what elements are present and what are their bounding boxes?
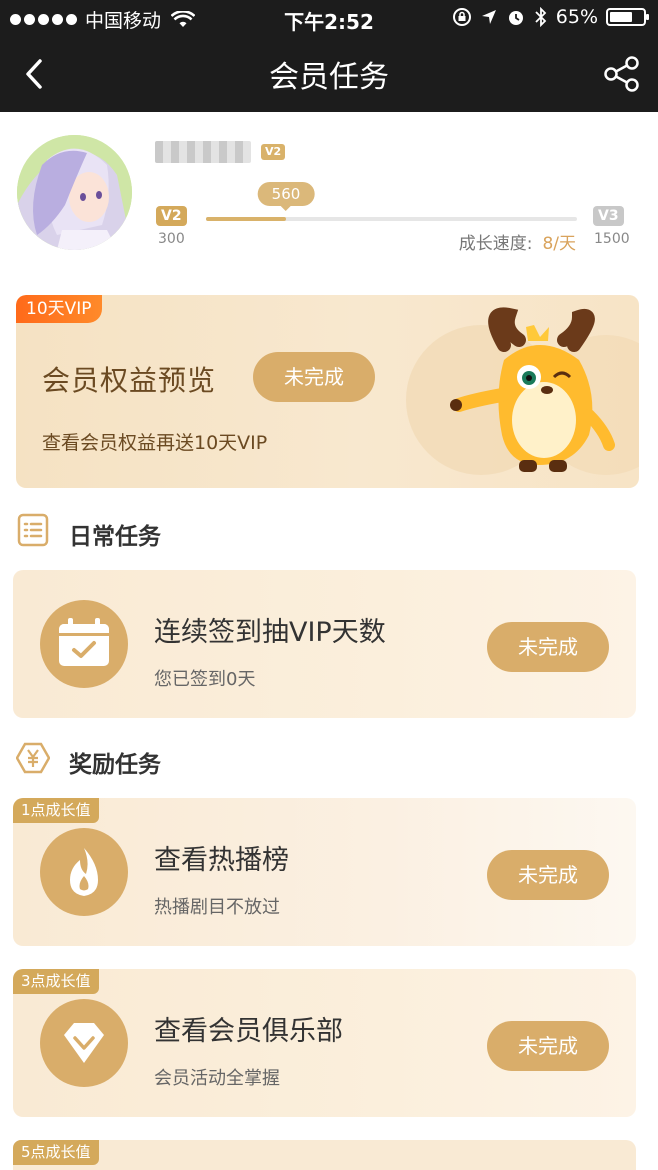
page-title: 会员任务 [269,60,389,95]
diamond-icon-circle [40,999,128,1087]
reward-task-card-club[interactable]: 3点成长值 查看会员俱乐部 会员活动全掌握 未完成 [13,969,636,1117]
task-status-button[interactable]: 未完成 [487,622,609,672]
avatar-illustration [17,135,132,250]
rotation-lock-icon [452,8,471,26]
reward-section-title: 奖励任务 [69,752,161,778]
yen-hexagon-icon [16,742,50,774]
battery-icon [606,8,649,26]
vip-preview-banner[interactable]: 10天VIP 会员权益预览 未完成 查看会员权益再送10天VIP [16,295,639,488]
points-bubble: 560 [257,182,315,211]
task-subtitle: 会员活动全掌握 [154,1068,280,1089]
banner-subtitle: 查看会员权益再送10天VIP [42,432,268,454]
growth-points-tag: 3点成长值 [13,969,99,994]
flame-icon [70,848,98,896]
share-icon[interactable] [602,54,642,94]
battery-percent: 65% [555,6,598,28]
task-subtitle: 您已签到0天 [154,669,256,690]
growth-points-tag: 5点成长值 [13,1140,99,1165]
task-title: 查看会员俱乐部 [154,1016,343,1047]
daily-section-title: 日常任务 [69,524,161,550]
banner-status-button[interactable]: 未完成 [253,352,375,402]
task-title: 连续签到抽VIP天数 [154,617,386,648]
task-title: 查看热播榜 [154,845,289,876]
current-level-min: 300 [158,231,185,247]
task-status-button[interactable]: 未完成 [487,850,609,900]
task-list-icon [17,513,49,547]
banner-title: 会员权益预览 [42,364,217,397]
reward-task-card-partial[interactable] [13,1140,636,1170]
username-blurred [155,141,251,163]
calendar-icon [59,618,109,666]
task-status-button[interactable]: 未完成 [487,1021,609,1071]
growth-speed-value: 8/天 [542,234,576,254]
top-bar: 中国移动 下午2:52 65% 会员任务 [0,0,658,112]
task-subtitle: 热播剧目不放过 [154,897,280,918]
growth-progress-track [206,217,577,221]
alarm-icon [508,11,523,25]
daily-checkin-card[interactable]: 连续签到抽VIP天数 您已签到0天 未完成 [13,570,636,718]
next-level-min: 1500 [594,231,630,247]
growth-progress-fill [206,217,286,221]
growth-points-tag: 1点成长值 [13,798,99,823]
location-icon [481,10,496,24]
avatar[interactable] [17,135,132,250]
reward-task-card-hotlist[interactable]: 1点成长值 查看热播榜 热播剧目不放过 未完成 [13,798,636,946]
flame-icon-circle [40,828,128,916]
current-level-badge: V2 [156,206,187,226]
status-bar: 中国移动 下午2:52 65% [0,0,658,36]
growth-speed-label: 成长速度: [458,234,533,254]
level-tag: V2 [261,144,286,160]
bluetooth-icon [535,7,547,27]
diamond-icon [64,1023,104,1063]
deer-mascot-icon [450,307,615,472]
calendar-icon-circle [40,600,128,688]
status-right: 65% [452,6,649,28]
next-level-badge: V3 [593,206,624,226]
growth-speed: 成长速度: 8/天 [459,229,576,254]
vip-days-tag: 10天VIP [16,295,102,323]
